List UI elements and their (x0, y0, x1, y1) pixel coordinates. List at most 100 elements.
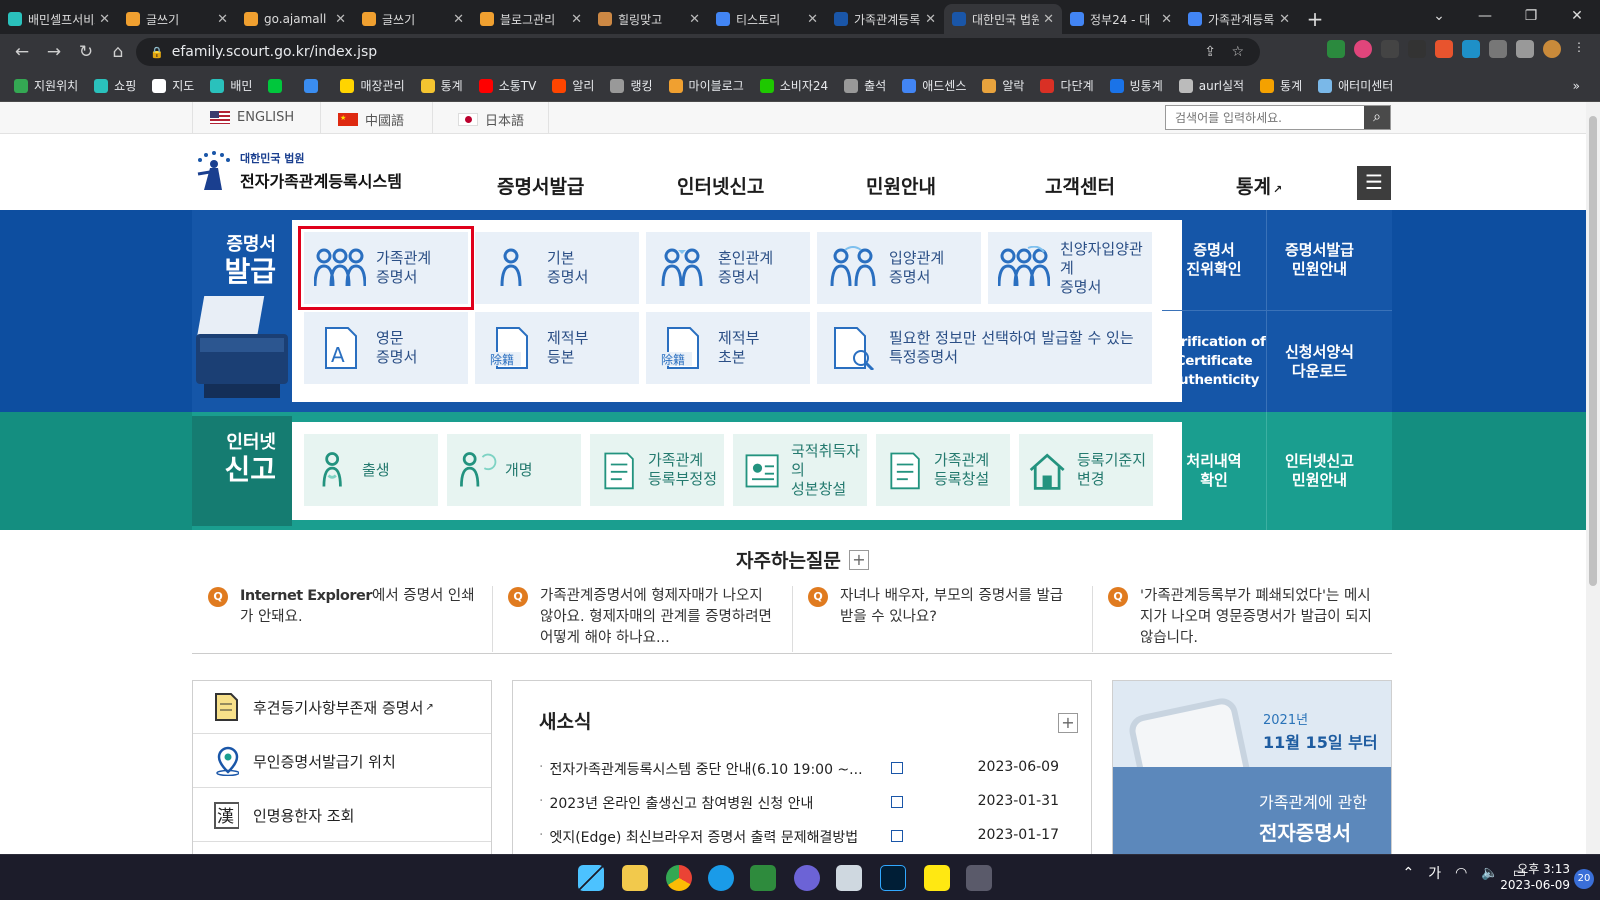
tab-close-icon[interactable]: ✕ (571, 12, 582, 27)
report-card[interactable]: 개명 (447, 434, 581, 506)
app-icon[interactable] (794, 865, 820, 891)
lang-english[interactable]: ENGLISH (210, 110, 294, 125)
report-card[interactable]: 등록기준지 변경 (1019, 434, 1153, 506)
news-more-button[interactable]: + (1058, 713, 1078, 733)
bookmark-item[interactable]: 지원위치 (14, 77, 78, 94)
app-icon[interactable] (750, 865, 776, 891)
kakaotalk-icon[interactable] (924, 865, 950, 891)
gnb-internet-report[interactable]: 인터넷신고 (677, 172, 764, 199)
process-history-link[interactable]: 처리내역 확인 (1162, 412, 1266, 530)
quick-link[interactable]: 무인증명서발급기 위치 (193, 735, 491, 788)
tab-close-icon[interactable]: ✕ (1279, 12, 1290, 27)
news-item[interactable]: · 전자가족관계등록시스템 중단 안내(6.10 19:00 ~... 2023-0… (539, 759, 1059, 779)
lang-japanese[interactable]: 日本語 (458, 110, 524, 129)
browser-tab[interactable]: go.ajamall ✕ (236, 4, 354, 34)
bookmark-item[interactable]: 애터미센터 (1318, 77, 1393, 94)
bookmark-item[interactable]: 출석 (844, 77, 886, 94)
windows-start-icon[interactable] (578, 865, 604, 891)
news-item[interactable]: · 2023년 온라인 출생신고 참여병원 신청 안내 2023-01-31 (539, 793, 1059, 813)
report-guide-link[interactable]: 인터넷신고 민원안내 (1267, 412, 1372, 530)
bookmark-item[interactable]: 다단계 (1040, 77, 1094, 94)
wifi-icon[interactable]: ◠ (1455, 865, 1467, 881)
extension-icon[interactable] (1327, 40, 1345, 58)
tab-close-icon[interactable]: ✕ (1043, 12, 1054, 27)
more-bookmarks-icon[interactable]: » (1573, 79, 1580, 93)
certificate-card[interactable]: 입양관계 증명서 (817, 232, 981, 304)
extension-icon[interactable] (1381, 40, 1399, 58)
bookmark-item[interactable]: 배민 (210, 77, 252, 94)
tab-close-icon[interactable]: ✕ (807, 12, 818, 27)
faq-item[interactable]: Q '가족관계등록부가 폐쇄되었다'는 메시지가 나오며 영문증명서가 발급이 되… (1108, 586, 1380, 649)
page-scrollbar[interactable] (1586, 102, 1600, 854)
bookmark-item[interactable]: 마이블로그 (668, 77, 744, 94)
certificate-card[interactable]: 가족관계 증명서 (298, 226, 474, 310)
tab-close-icon[interactable]: ✕ (925, 12, 936, 27)
browser-tab[interactable]: 대한민국 법원 ✕ (944, 4, 1062, 34)
profile-avatar[interactable] (1543, 40, 1561, 58)
quick-link[interactable]: 漢 인명용한자 조회 (193, 789, 491, 842)
verification-english-link[interactable]: Verification of Certificate Authenticity (1162, 311, 1266, 412)
extension-icon[interactable] (1354, 40, 1372, 58)
browser-tab[interactable]: 글쓰기 ✕ (118, 4, 236, 34)
hamburger-menu-button[interactable]: ☰ (1357, 166, 1391, 200)
gnb-customer-center[interactable]: 고객센터 (1045, 172, 1115, 199)
certificate-card[interactable]: 除籍 제적부 등본 (475, 312, 639, 384)
edge-icon[interactable] (708, 865, 734, 891)
bookmark-item[interactable]: 알리 (552, 77, 594, 94)
lang-chinese[interactable]: ★ 中國語 (338, 110, 404, 129)
new-tab-button[interactable]: + (1298, 4, 1332, 34)
browser-tab[interactable]: 티스토리 ✕ (708, 4, 826, 34)
browser-tab[interactable]: 힐링맞고 ✕ (590, 4, 708, 34)
browser-tab[interactable]: 배민셀프서비스 ✕ (0, 4, 118, 34)
browser-tab[interactable]: 정부24 - 대 ✕ (1062, 4, 1180, 34)
tab-close-icon[interactable]: ✕ (689, 12, 700, 27)
volume-icon[interactable]: 🔈 (1481, 865, 1498, 881)
bookmark-item[interactable]: 빙통계 (1109, 77, 1163, 94)
report-card[interactable]: 가족관계 등록부정정 (590, 434, 724, 506)
faq-item[interactable]: Q 가족관계증명서에 형제자매가 나오지 않아요. 형제자매의 관계를 증명하려면… (508, 586, 780, 649)
news-item[interactable]: · 엣지(Edge) 최신브라우저 증명서 출력 문제해결방법 2023-01-17 (539, 827, 1059, 847)
home-icon[interactable]: ⌂ (102, 42, 134, 62)
minimize-button[interactable]: — (1462, 0, 1508, 32)
browser-tab[interactable]: 글쓰기 ✕ (354, 4, 472, 34)
notification-badge[interactable]: 20 (1574, 869, 1594, 889)
file-explorer-icon[interactable] (622, 865, 648, 891)
certificate-guide-link[interactable]: 증명서발급 민원안내 (1267, 210, 1372, 310)
browser-tab[interactable]: 가족관계등록 ✕ (1180, 4, 1298, 34)
bookmark-item[interactable]: 애드센스 (902, 77, 966, 94)
bookmark-item[interactable]: 알락 (982, 77, 1024, 94)
search-input[interactable] (1166, 106, 1364, 129)
tab-close-icon[interactable]: ✕ (1161, 12, 1172, 27)
bookmark-item[interactable]: 지도 (152, 77, 194, 94)
certificate-card[interactable]: A 영문 증명서 (304, 312, 468, 384)
back-icon[interactable]: ← (6, 42, 38, 62)
bookmark-item[interactable]: aurl실적 (1178, 77, 1244, 94)
photoshop-icon[interactable] (880, 865, 906, 891)
chevron-up-icon[interactable]: ⌃ (1402, 865, 1414, 881)
bookmark-item[interactable]: 통계 (420, 77, 463, 94)
gnb-statistics[interactable]: 통계 ↗ (1236, 172, 1282, 199)
faq-more-button[interactable]: + (848, 549, 869, 570)
certificate-card[interactable]: 필요한 정보만 선택하여 발급할 수 있는 특정증명서 (817, 312, 1152, 384)
extension-icon[interactable] (1435, 40, 1453, 58)
report-card[interactable]: 국적취득자의 성본창설 (733, 434, 867, 506)
puzzle-icon[interactable] (1489, 40, 1507, 58)
site-logo[interactable]: 대한민국 법원 전자가족관계등록시스템 (192, 150, 402, 192)
bookmark-item[interactable] (304, 78, 324, 93)
app-icon[interactable] (836, 865, 862, 891)
bookmark-item[interactable]: 통계 (1260, 77, 1302, 94)
faq-item[interactable]: Q 자녀나 배우자, 부모의 증명서를 발급 받을 수 있나요? (808, 586, 1080, 628)
forward-icon[interactable]: → (38, 42, 70, 62)
quick-link[interactable]: 후견등기사항부존재 증명서 ↗ (193, 681, 491, 734)
tab-close-icon[interactable]: ✕ (99, 12, 110, 27)
faq-item[interactable]: Q Internet Explorer에서 증명서 인쇄가 안돼요. (208, 586, 480, 628)
tab-search-icon[interactable]: ⌄ (1416, 0, 1462, 32)
clock[interactable]: 오후 3:13 2023-06-09 (1500, 861, 1570, 893)
search-button[interactable]: ⌕ (1364, 106, 1390, 129)
certificate-card[interactable]: 기본 증명서 (475, 232, 639, 304)
form-download-link[interactable]: 신청서양식 다운로드 (1267, 311, 1372, 412)
report-card[interactable]: 출생 (304, 434, 438, 506)
extension-icon[interactable] (1462, 40, 1480, 58)
chrome-icon[interactable] (666, 865, 692, 891)
bookmark-item[interactable]: 소비자24 (759, 77, 828, 94)
